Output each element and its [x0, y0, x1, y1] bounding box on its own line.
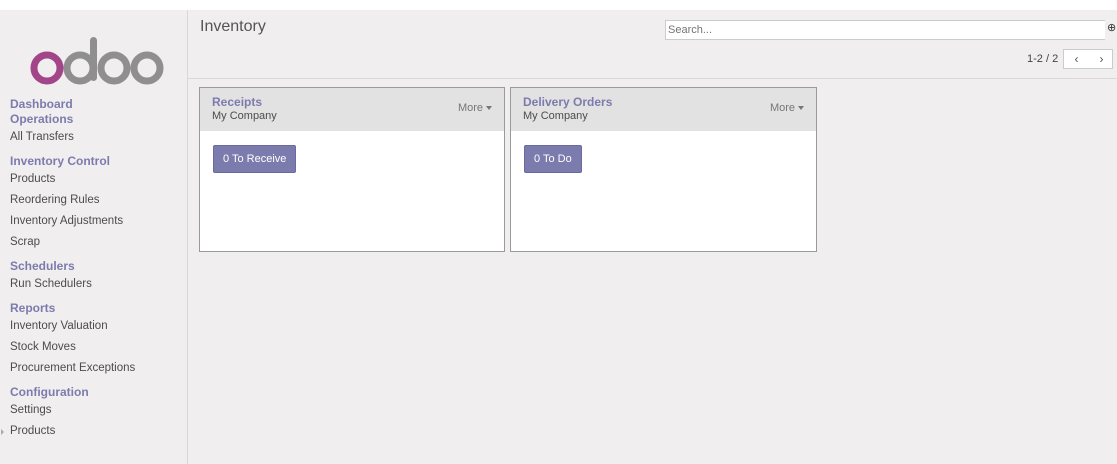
card-more-dropdown[interactable]: More: [770, 102, 804, 114]
to-do-button[interactable]: 0 To Do: [524, 145, 582, 173]
menu-item-config-products[interactable]: Products: [1, 421, 185, 442]
menu-item-config-products-label: Products: [10, 425, 56, 437]
menu-item-procurement-exceptions[interactable]: Procurement Exceptions: [10, 358, 185, 379]
to-receive-button[interactable]: 0 To Receive: [213, 145, 297, 173]
card-company: My Company: [212, 110, 277, 122]
menu-item-scrap[interactable]: Scrap: [10, 232, 185, 253]
chevron-left-icon[interactable]: ‹: [1064, 52, 1089, 66]
odoo-logo[interactable]: [30, 32, 170, 92]
menu-item-stock-moves[interactable]: Stock Moves: [10, 337, 185, 358]
caret-right-icon: [1, 429, 4, 435]
control-panel: Inventory ⊕ 1-2 / 2 ‹ ›: [188, 10, 1117, 79]
chevron-right-icon[interactable]: ›: [1089, 52, 1114, 66]
main-content: Inventory ⊕ 1-2 / 2 ‹ › Receipts My Comp…: [188, 10, 1117, 464]
card-title[interactable]: Receipts: [212, 95, 262, 109]
top-strip: [0, 0, 1117, 10]
card-header: Receipts My Company More: [200, 88, 504, 131]
menu-section-configuration[interactable]: Configuration: [10, 385, 185, 400]
caret-down-icon: [486, 106, 492, 111]
more-label: More: [457, 102, 483, 114]
caret-down-icon: [798, 106, 804, 111]
search-options-icon[interactable]: ⊕: [1107, 21, 1116, 34]
pager-buttons: ‹ ›: [1063, 49, 1113, 69]
pager-value: 1-2 / 2: [1027, 53, 1059, 65]
menu-item-products[interactable]: Products: [10, 169, 185, 190]
sidebar: Dashboard Operations All Transfers Inven…: [0, 10, 188, 464]
more-label: More: [769, 102, 795, 114]
card-title[interactable]: Delivery Orders: [523, 95, 612, 109]
kanban-card-delivery-orders[interactable]: Delivery Orders My Company More 0 To Do: [510, 87, 817, 252]
menu-item-run-schedulers[interactable]: Run Schedulers: [10, 274, 185, 295]
menu-section-operations[interactable]: Operations: [10, 112, 185, 127]
card-company: My Company: [523, 110, 588, 122]
menu-section-dashboard[interactable]: Dashboard: [10, 97, 185, 112]
menu-section-reports[interactable]: Reports: [10, 301, 185, 316]
menu-item-inventory-valuation[interactable]: Inventory Valuation: [10, 316, 185, 337]
kanban-card-receipts[interactable]: Receipts My Company More 0 To Receive: [199, 87, 505, 252]
card-header: Delivery Orders My Company More: [511, 88, 816, 131]
sidebar-menu: Dashboard Operations All Transfers Inven…: [1, 97, 185, 442]
menu-item-inventory-adjustments[interactable]: Inventory Adjustments: [10, 211, 185, 232]
menu-item-all-transfers[interactable]: All Transfers: [10, 127, 185, 148]
card-more-dropdown[interactable]: More: [458, 102, 492, 114]
menu-item-reordering-rules[interactable]: Reordering Rules: [10, 190, 185, 211]
menu-item-settings[interactable]: Settings: [10, 400, 185, 421]
menu-section-schedulers[interactable]: Schedulers: [10, 259, 185, 274]
page-title: Inventory: [200, 18, 266, 35]
menu-section-inventory-control[interactable]: Inventory Control: [10, 154, 185, 169]
search-input[interactable]: [665, 20, 1105, 40]
